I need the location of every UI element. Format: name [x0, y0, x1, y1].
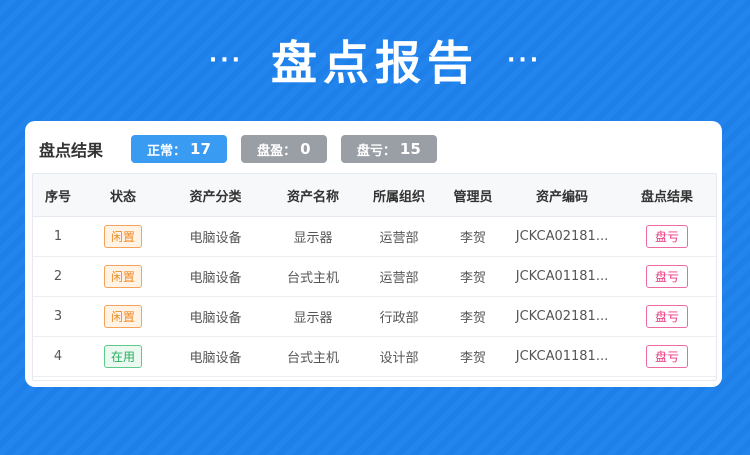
surplus-count: 0	[300, 140, 311, 158]
result-card: 盘点结果 正常： 17 盘盈： 0 盘亏： 15 序号 状态 资产分类 资产名称…	[25, 121, 722, 387]
status-badge: 在用	[103, 345, 142, 368]
surplus-label: 盘盈：	[257, 143, 297, 159]
cell-result: 盘亏	[618, 256, 716, 297]
cell-admin: 李贺	[440, 296, 506, 337]
page-title: 盘点报告	[271, 36, 479, 90]
loss-count-badge[interactable]: 盘亏： 15	[340, 135, 437, 163]
cell-name: 台式主机	[268, 336, 358, 377]
cell-code: JCKCA02181...	[506, 216, 618, 257]
cell-code: JCKCA01181...	[506, 256, 618, 297]
summary-title: 盘点结果	[39, 141, 104, 160]
cell-category: 电脑设备	[163, 296, 268, 337]
cell-index: 3	[33, 296, 83, 337]
cell-org: 运营部	[358, 256, 440, 297]
col-admin: 管理员	[440, 174, 506, 217]
cell-category: 电脑设备	[163, 336, 268, 377]
normal-count-badge[interactable]: 正常： 17	[131, 135, 227, 163]
col-org: 所属组织	[358, 174, 440, 217]
cell-status: 闲置	[83, 216, 163, 257]
cell-index: 4	[33, 336, 83, 377]
normal-count: 17	[190, 140, 211, 158]
decor-dots-right: ···	[507, 47, 542, 73]
cell-admin: 李贺	[440, 216, 506, 257]
table-row[interactable]: 3 闲置 电脑设备 显示器 行政部 李贺 JCKCA02181... 盘亏	[33, 296, 716, 337]
table-row[interactable]: 4 在用 电脑设备 台式主机 设计部 李贺 JCKCA01181... 盘亏	[33, 336, 716, 377]
report-header: ··· 盘点报告 ···	[0, 28, 750, 92]
col-category: 资产分类	[163, 174, 268, 217]
cell-result: 盘亏	[618, 216, 716, 257]
decor-dots-left: ···	[208, 47, 243, 73]
cell-code: JCKCA02181...	[506, 296, 618, 337]
loss-count: 15	[399, 140, 421, 158]
cell-org: 行政部	[358, 296, 440, 337]
cell-result: 盘亏	[618, 296, 716, 337]
cell-category: 电脑设备	[163, 216, 268, 257]
cell-code: JCKCA01181...	[506, 336, 618, 377]
asset-table: 序号 状态 资产分类 资产名称 所属组织 管理员 资产编码 盘点结果 1 闲置 …	[32, 173, 717, 381]
cell-status: 闲置	[83, 296, 163, 337]
cell-index: 1	[33, 216, 83, 257]
status-badge: 闲置	[103, 265, 142, 288]
cell-index: 2	[33, 256, 83, 297]
status-badge: 闲置	[103, 225, 142, 248]
cell-admin: 李贺	[440, 256, 506, 297]
normal-label: 正常：	[147, 143, 187, 159]
result-badge: 盘亏	[645, 305, 688, 328]
table-header-row: 序号 状态 资产分类 资产名称 所属组织 管理员 资产编码 盘点结果	[33, 174, 716, 217]
cell-name: 显示器	[268, 296, 358, 337]
result-badge: 盘亏	[645, 345, 688, 368]
loss-label: 盘亏：	[356, 143, 396, 159]
status-badge: 闲置	[103, 305, 142, 328]
col-code: 资产编码	[506, 174, 618, 217]
cell-name: 台式主机	[268, 256, 358, 297]
cell-org: 运营部	[358, 216, 440, 257]
cell-result: 盘亏	[618, 336, 716, 377]
cell-name: 显示器	[268, 216, 358, 257]
col-status: 状态	[83, 174, 163, 217]
table-row[interactable]: 2 闲置 电脑设备 台式主机 运营部 李贺 JCKCA01181... 盘亏	[33, 256, 716, 297]
cell-admin: 李贺	[440, 336, 506, 377]
summary-bar: 盘点结果 正常： 17 盘盈： 0 盘亏： 15	[39, 134, 451, 164]
col-name: 资产名称	[268, 174, 358, 217]
table-row[interactable]: 1 闲置 电脑设备 显示器 运营部 李贺 JCKCA02181... 盘亏	[33, 216, 716, 257]
cell-org: 设计部	[358, 336, 440, 377]
col-result: 盘点结果	[618, 174, 716, 217]
cell-status: 在用	[83, 336, 163, 377]
surplus-count-badge[interactable]: 盘盈： 0	[240, 135, 327, 163]
cell-status: 闲置	[83, 256, 163, 297]
col-index: 序号	[33, 174, 83, 217]
result-badge: 盘亏	[645, 265, 688, 288]
result-badge: 盘亏	[645, 225, 688, 248]
cell-category: 电脑设备	[163, 256, 268, 297]
